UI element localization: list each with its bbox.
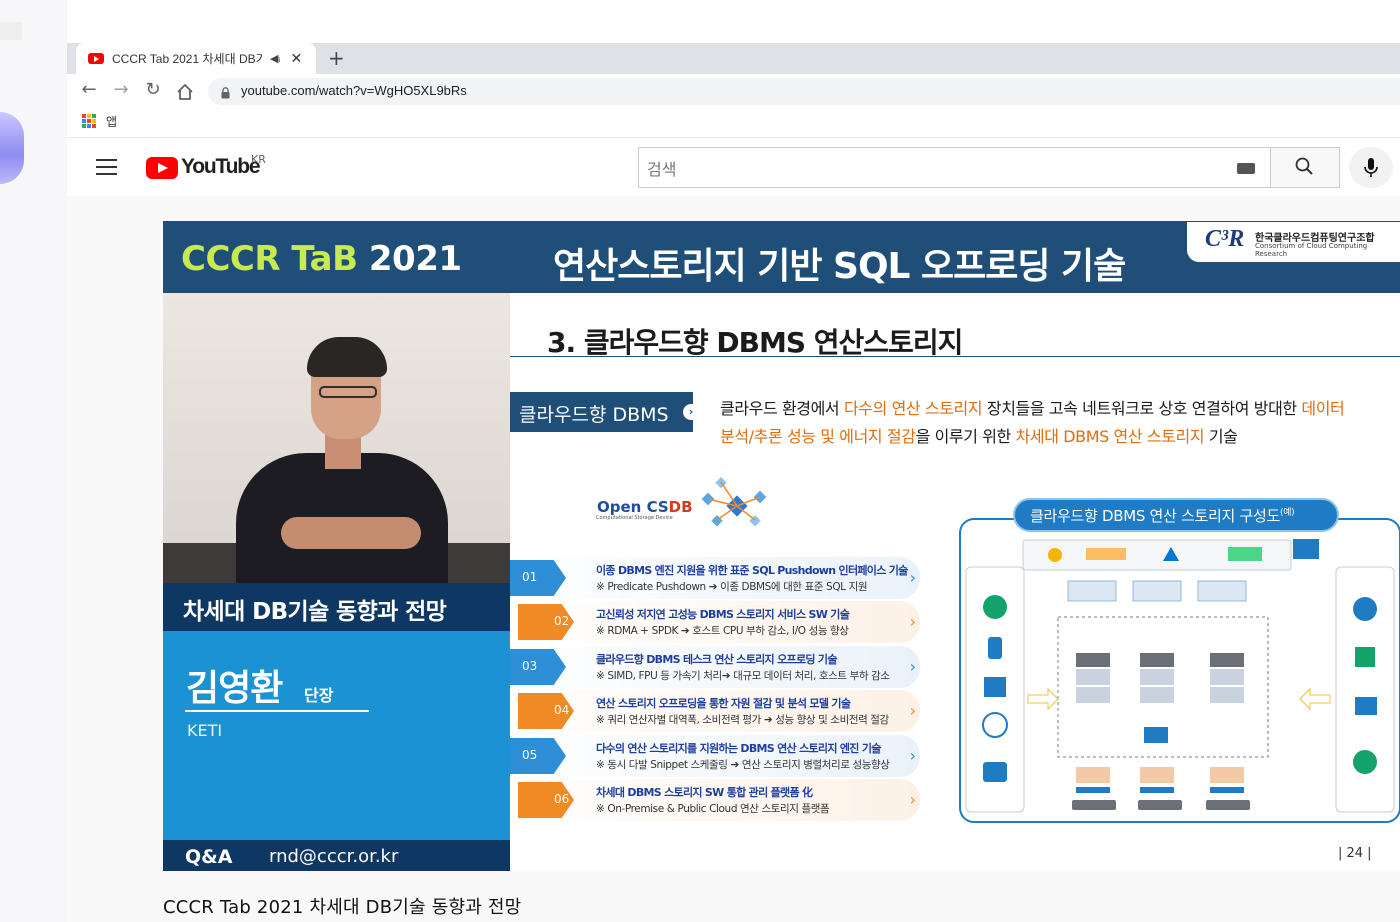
region-code: KR (251, 153, 266, 166)
c3r-english-name: Consortium of Cloud Computing Research (1255, 242, 1368, 258)
reload-icon[interactable]: ↻ (141, 79, 165, 100)
item-detail: ※ 쿼리 연산자별 대역폭, 소비전력 평가 ➔ 성능 향상 및 소비전력 절감 (596, 714, 889, 726)
technology-item: 03 클라우드향 DBMS 테스크 연산 스토리지 오프로딩 기술 ※ SIMD, … (510, 646, 920, 688)
technology-item: 04 연산 스토리지 오프로딩을 통한 자원 절감 및 분석 모델 기술 ※ 쿼리 … (510, 690, 920, 732)
chevron-right-icon: › (909, 790, 916, 809)
tab-title: CCCR Tab 2021 차세대 DB기술 (112, 52, 262, 66)
definition-line-2: 분석/추론 성능 및 에너지 절감을 이루기 위한 차세대 DBMS 연산 스토… (720, 423, 1238, 447)
architecture-diagram (958, 517, 1400, 825)
definition-tag-label: 클라우드향 DBMS (519, 404, 669, 426)
presenter-divider (185, 710, 369, 712)
section-heading: 3. 클라우드향 DBMS 연산스토리지 (547, 326, 963, 359)
csdb-subtitle: Computational Storage Device (596, 515, 673, 521)
search-icon[interactable] (1295, 157, 1313, 175)
section-rule (510, 356, 1400, 357)
technology-item: 06 차세대 DBMS 스토리지 SW 통합 관리 플랫폼 化 ※ On-Premi… (510, 779, 920, 821)
video-title: CCCR Tab 2021 차세대 DB기술 동향과 전망 (163, 897, 522, 918)
apps-grid-icon[interactable] (82, 114, 96, 128)
item-title: 연산 스토리지 오프로딩을 통한 자원 절감 및 분석 모델 기술 (596, 697, 851, 710)
bookmarks-bar (67, 108, 1400, 138)
item-number: 01 (510, 560, 566, 596)
presenter-role: 단장 (304, 686, 334, 705)
browser-tab[interactable]: CCCR Tab 2021 차세대 DB기술 ◀ᵢ ✕ (76, 43, 316, 74)
item-title: 이종 DBMS 엔진 지원을 위한 표준 SQL Pushdown 인터페이스 … (596, 564, 908, 577)
chevron-right-icon: › (909, 701, 916, 720)
definition-segment: 다수의 연산 스토리지 (843, 399, 983, 418)
c3r-logo: C³R (1205, 226, 1245, 252)
diagram-title-note: (예) (1279, 508, 1295, 518)
item-title: 차세대 DBMS 스토리지 SW 통합 관리 플랫폼 化 (596, 786, 813, 799)
brand-text: CCCR TaB (181, 239, 358, 279)
definition-line-1: 클라우드 환경에서 다수의 연산 스토리지 장치들을 고속 네트워크로 상호 연… (720, 395, 1345, 419)
forward-arrow-icon[interactable]: → (109, 79, 133, 100)
open-csdb-logo: Open CSDB (597, 498, 693, 516)
technology-item: 02 고신뢰성 저지연 고성능 DBMS 스토리지 서비스 SW 기술 ※ RDMA… (510, 601, 920, 643)
definition-segment: 데이터 (1301, 399, 1345, 418)
slide-page-number: | 24 | (1338, 846, 1372, 861)
item-title: 클라우드향 DBMS 테스크 연산 스토리지 오프로딩 기술 (596, 653, 837, 666)
slide-title: 연산스토리지 기반 SQL 오프로딩 기술 (553, 246, 1126, 287)
home-icon[interactable] (175, 82, 195, 102)
definition-segment: 클라우드 환경에서 (720, 399, 844, 418)
apps-bookmark-label[interactable]: 앱 (106, 113, 117, 130)
youtube-logo-icon[interactable] (146, 157, 178, 179)
presenter-org: KETI (187, 721, 223, 740)
item-title: 고신뢰성 저지연 고성능 DBMS 스토리지 서비스 SW 기술 (596, 608, 850, 621)
item-detail: ※ SIMD, FPU 등 가속기 처리➔ 대규모 데이터 처리, 호스트 부하… (596, 670, 890, 682)
video-player[interactable]: CCCR TaB 2021 연산스토리지 기반 SQL 오프로딩 기술 C³R … (163, 221, 1400, 871)
search-placeholder[interactable]: 검색 (647, 156, 676, 180)
microphone-icon[interactable] (1363, 157, 1379, 179)
item-detail: ※ On-Premise & Public Cloud 연산 스토리지 플랫폼 (596, 803, 830, 815)
youtube-favicon-icon (88, 53, 104, 64)
presenter-glasses (319, 386, 377, 398)
keyboard-icon[interactable] (1237, 163, 1255, 174)
storage-network-icon (693, 475, 781, 536)
presenter-panel: 차세대 DB기술 동향과 전망 김영환 단장 KETI Q&A rnd@cccr… (163, 293, 510, 871)
item-detail: ※ Predicate Pushdown ➔ 이종 DBMS에 대한 표준 SQ… (596, 581, 868, 593)
brand-year: 2021 (368, 239, 462, 279)
item-title: 다수의 연산 스토리지를 지원하는 DBMS 연산 스토리지 엔진 기술 (596, 742, 881, 755)
definition-segment: 을 이루기 위한 (915, 427, 1016, 446)
talk-title: 차세대 DB기술 동향과 전망 (183, 599, 447, 625)
technology-item: 01 이종 DBMS 엔진 지원을 위한 표준 SQL Pushdown 인터페이… (510, 557, 920, 599)
definition-segment: 기술 (1204, 427, 1238, 446)
item-number: 05 (510, 738, 566, 774)
desktop-widget (0, 22, 22, 40)
definition-segment: 차세대 DBMS 연산 스토리지 (1015, 427, 1205, 446)
chevron-right-icon: › (909, 568, 916, 587)
search-input[interactable] (638, 147, 1270, 188)
menu-icon[interactable] (96, 159, 117, 175)
tab-close-icon[interactable]: ✕ (290, 51, 302, 67)
back-arrow-icon[interactable]: ← (77, 79, 101, 100)
definition-segment: 분석/추론 성능 및 에너지 절감 (720, 427, 916, 446)
diagram-title-text: 클라우드향 DBMS 연산 스토리지 구성도 (1030, 507, 1280, 525)
speaker-icon[interactable]: ◀ᵢ (270, 52, 280, 65)
item-number: 02 (518, 604, 574, 640)
slide-brand: CCCR TaB 2021 (181, 239, 462, 279)
url-text[interactable]: youtube.com/watch?v=WgHO5XL9bRs (241, 83, 467, 98)
youtube-logo-text[interactable]: YouTube (181, 155, 261, 179)
qa-label: Q&A (185, 846, 233, 868)
chevron-right-icon: › (909, 746, 916, 765)
presenter-name: 김영환 (186, 668, 283, 709)
definition-segment: 장치들을 고속 네트워크로 상호 연결하여 방대한 (982, 399, 1302, 418)
presenter-hands (281, 517, 421, 549)
lock-icon[interactable] (221, 84, 230, 99)
chevron-right-icon: › (909, 612, 916, 631)
item-number: 06 (518, 782, 574, 818)
contact-email: rnd@cccr.or.kr (269, 846, 399, 867)
chevron-right-icon: › (683, 404, 699, 420)
item-detail: ※ RDMA + SPDK ➔ 호스트 CPU 부하 감소, I/O 성능 향상 (596, 625, 849, 637)
item-number: 04 (518, 693, 574, 729)
chevron-right-icon: › (909, 657, 916, 676)
new-tab-button[interactable]: + (328, 46, 345, 70)
technology-item: 05 다수의 연산 스토리지를 지원하는 DBMS 연산 스토리지 엔진 기술 ※ … (510, 735, 920, 777)
item-detail: ※ 동시 다발 Snippet 스케줄링 ➔ 연산 스토리지 병렬처리로 성능향… (596, 759, 890, 771)
diagram-title: 클라우드향 DBMS 연산 스토리지 구성도(예) (1030, 505, 1295, 526)
item-number: 03 (510, 649, 566, 685)
